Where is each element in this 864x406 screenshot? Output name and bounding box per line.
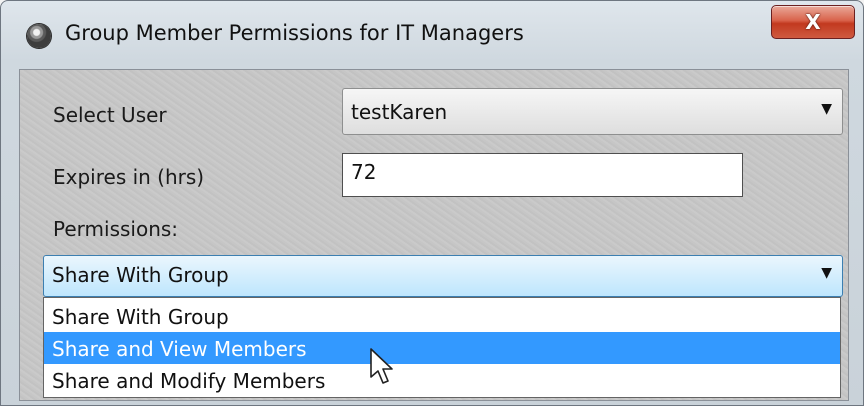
close-icon: X [805,10,821,34]
dropdown-option-share-and-modify-members[interactable]: Share and Modify Members [44,364,840,396]
window-title: Group Member Permissions for IT Managers [65,21,524,45]
expires-label: Expires in (hrs) [53,165,205,189]
select-user-combobox[interactable]: testKaren ▼ [342,88,843,135]
dropdown-option-share-with-group[interactable]: Share With Group [44,300,840,332]
chevron-down-icon[interactable]: ▼ [821,265,832,281]
expires-input[interactable] [351,160,731,184]
select-user-value: testKaren [351,100,448,124]
mouse-pointer-icon [370,348,393,384]
permissions-value: Share With Group [52,263,229,287]
permissions-dropdown-list: Share With Group Share and View Members … [43,297,841,398]
close-button[interactable]: X [771,5,855,39]
app-icon [27,24,51,48]
expires-input-box[interactable] [342,153,743,197]
permissions-label: Permissions: [53,217,179,241]
dropdown-option-share-and-view-members[interactable]: Share and View Members [44,332,840,364]
select-user-label: Select User [53,103,167,127]
dialog-window: Group Member Permissions for IT Managers… [0,0,864,406]
permissions-combobox[interactable]: Share With Group ▼ [43,255,843,297]
title-bar[interactable]: Group Member Permissions for IT Managers… [1,1,863,69]
chevron-down-icon[interactable]: ▼ [821,101,832,117]
